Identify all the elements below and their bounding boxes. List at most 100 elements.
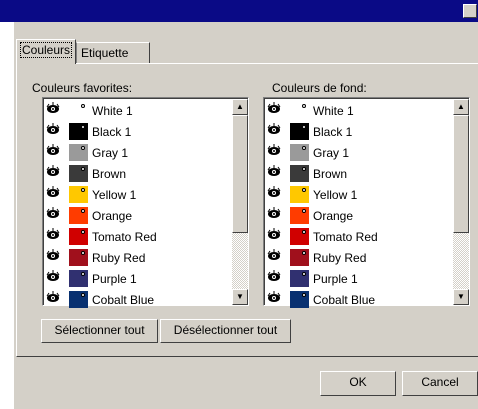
swatch-dot [302,104,306,108]
eye-icon[interactable] [267,270,281,284]
color-swatch [69,270,88,287]
swatch-dot [81,209,85,213]
eye-icon[interactable] [46,123,60,137]
arrow-down-icon: ▼ [457,292,465,301]
swatch-dot [302,251,306,255]
color-name: Ruby Red [92,251,146,265]
eye-icon[interactable] [46,207,60,221]
eye-icon[interactable] [267,102,281,116]
scroll-down-button[interactable]: ▼ [453,289,469,305]
list-item[interactable]: Brown [266,163,452,184]
deselect-all-button[interactable]: Désélectionner tout [160,319,291,343]
color-name: Black 1 [92,125,132,139]
color-swatch [290,270,309,287]
eye-icon[interactable] [46,291,60,305]
tab-couleurs[interactable]: Couleurs [16,39,76,64]
eye-icon[interactable] [267,144,281,158]
swatch-dot [302,146,306,150]
favorites-scrollbar[interactable]: ▲ ▼ [232,99,248,305]
eye-icon[interactable] [46,186,60,200]
color-name: Gray 1 [313,146,350,160]
eye-icon[interactable] [267,123,281,137]
list-item[interactable]: Tomato Red [266,226,452,247]
background-scrollbar[interactable]: ▲ ▼ [453,99,469,305]
list-item[interactable]: Cobalt Blue [266,289,452,310]
tab-couleurs-label: Couleurs [19,42,73,58]
color-name: Yellow 1 [92,188,137,202]
list-item[interactable]: Yellow 1 [45,184,231,205]
eye-icon[interactable] [46,270,60,284]
swatch-dot [302,167,306,171]
list-item[interactable]: Brown [45,163,231,184]
swatch-dot [81,167,85,171]
list-item[interactable]: Tomato Red [45,226,231,247]
scroll-down-button[interactable]: ▼ [232,289,248,305]
eye-icon[interactable] [46,144,60,158]
eye-icon[interactable] [267,186,281,200]
color-name: Orange [92,209,133,223]
swatch-dot [81,272,85,276]
list-item[interactable]: Orange [266,205,452,226]
list-item[interactable]: Black 1 [266,121,452,142]
color-swatch [69,207,88,224]
color-swatch [69,165,88,182]
title-bar [0,0,478,22]
scroll-thumb[interactable] [232,115,248,233]
eye-icon[interactable] [267,249,281,263]
arrow-up-icon: ▲ [457,102,465,111]
swatch-dot [81,146,85,150]
eye-icon[interactable] [267,228,281,242]
color-swatch [69,249,88,266]
background-list[interactable]: White 1 Black 1 Gray 1 Brown Yellow 1 Orange T… [263,97,470,308]
swatch-dot [302,209,306,213]
eye-icon[interactable] [46,228,60,242]
color-swatch [290,102,309,119]
list-item[interactable]: Purple 1 [266,268,452,289]
swatch-dot [81,293,85,297]
list-item[interactable]: Gray 1 [45,142,231,163]
eye-icon[interactable] [267,291,281,305]
list-item[interactable]: Cobalt Blue [45,289,231,310]
swatch-dot [81,104,85,108]
eye-icon[interactable] [46,249,60,263]
swatch-dot [302,272,306,276]
ok-button[interactable]: OK [320,371,396,396]
list-item[interactable]: Yellow 1 [266,184,452,205]
list-item[interactable]: Orange [45,205,231,226]
color-name: Black 1 [313,125,353,139]
color-name: Yellow 1 [313,188,358,202]
eye-icon[interactable] [46,165,60,179]
titlebar-button[interactable] [463,4,477,18]
list-item[interactable]: Black 1 [45,121,231,142]
scroll-track[interactable] [453,115,469,289]
eye-icon[interactable] [267,165,281,179]
color-name: Cobalt Blue [92,293,155,307]
scroll-up-button[interactable]: ▲ [453,99,469,115]
dialog: Couleurs Etiquette Couleurs favorites: C… [14,22,478,409]
eye-icon[interactable] [267,207,281,221]
favorites-list[interactable]: White 1 Black 1 Gray 1 Brown Yellow 1 Orange T… [42,97,249,308]
color-swatch [290,123,309,140]
cancel-button[interactable]: Cancel [402,371,478,396]
scroll-up-button[interactable]: ▲ [232,99,248,115]
color-swatch [290,144,309,161]
scroll-thumb[interactable] [453,115,469,233]
swatch-dot [302,125,306,129]
list-item[interactable]: White 1 [266,100,452,121]
list-item[interactable]: Ruby Red [266,247,452,268]
list-item[interactable]: Ruby Red [45,247,231,268]
color-name: Cobalt Blue [313,293,376,307]
eye-icon[interactable] [46,102,60,116]
scroll-track[interactable] [232,115,248,289]
color-swatch [290,186,309,203]
color-name: Tomato Red [313,230,378,244]
select-all-button[interactable]: Sélectionner tout [41,319,158,343]
color-name: White 1 [313,104,354,118]
tab-etiquette[interactable]: Etiquette [76,42,150,63]
color-name: Orange [313,209,354,223]
color-swatch [69,144,88,161]
list-item[interactable]: Gray 1 [266,142,452,163]
list-item[interactable]: White 1 [45,100,231,121]
background-rows: White 1 Black 1 Gray 1 Brown Yellow 1 Orange T… [266,100,452,310]
list-item[interactable]: Purple 1 [45,268,231,289]
